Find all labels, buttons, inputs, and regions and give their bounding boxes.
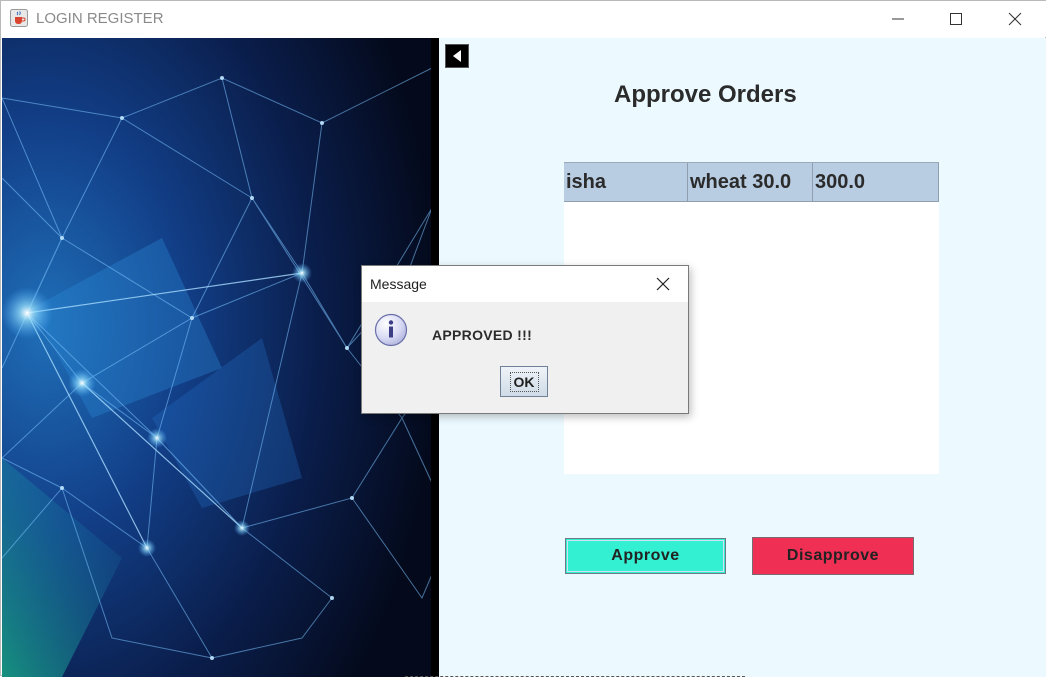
dialog-message: APPROVED !!! bbox=[432, 327, 533, 343]
ok-button[interactable]: OK bbox=[500, 366, 548, 397]
dialog-title: Message bbox=[370, 276, 427, 292]
maximize-icon bbox=[950, 13, 962, 25]
info-icon bbox=[374, 313, 408, 347]
back-button[interactable] bbox=[445, 44, 469, 68]
dialog-close-button[interactable] bbox=[652, 273, 674, 295]
close-icon bbox=[656, 277, 670, 291]
table-cell-item[interactable]: wheat 30.0 bbox=[688, 163, 813, 201]
minimize-button[interactable] bbox=[869, 1, 927, 37]
minimize-icon bbox=[892, 18, 904, 20]
table-row[interactable]: isha wheat 30.0 300.0 bbox=[564, 162, 939, 202]
close-window-button[interactable] bbox=[986, 1, 1044, 37]
app-window: LOGIN REGISTER Approve Orders isha wheat… bbox=[0, 0, 1047, 677]
java-cup-icon bbox=[10, 9, 28, 27]
table-cell-user[interactable]: isha bbox=[564, 163, 688, 201]
table-cell-amount[interactable]: 300.0 bbox=[813, 163, 939, 201]
close-icon bbox=[1008, 12, 1022, 26]
message-dialog: Message APPROVED !!! OK bbox=[361, 265, 689, 414]
disapprove-button[interactable]: Disapprove bbox=[752, 537, 914, 575]
title-bar[interactable]: LOGIN REGISTER bbox=[1, 1, 1047, 37]
ok-button-label: OK bbox=[509, 371, 539, 392]
back-arrow-icon bbox=[453, 50, 461, 62]
approve-button[interactable]: Approve bbox=[565, 538, 726, 574]
dialog-title-bar[interactable]: Message bbox=[362, 266, 688, 302]
window-title: LOGIN REGISTER bbox=[36, 10, 164, 27]
divider bbox=[405, 676, 745, 678]
maximize-button[interactable] bbox=[927, 1, 985, 37]
page-title: Approve Orders bbox=[614, 81, 797, 108]
